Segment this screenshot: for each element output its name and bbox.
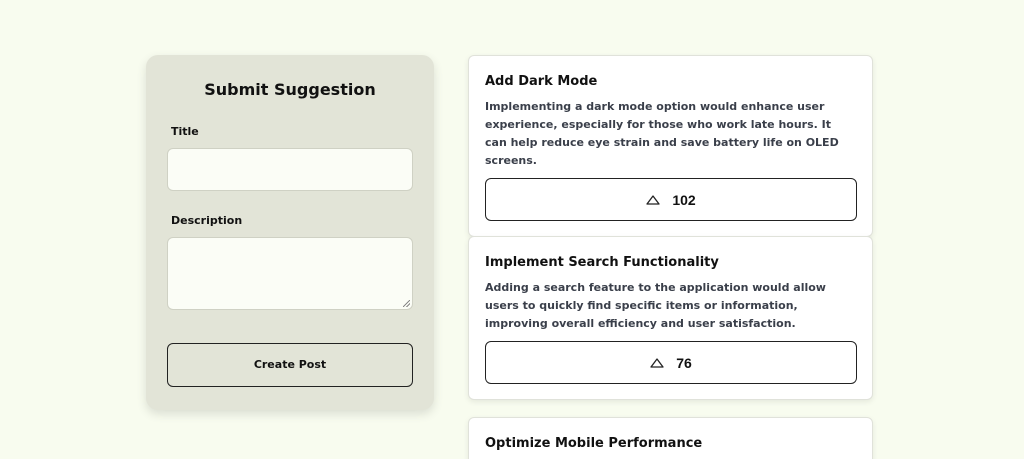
post-title: Add Dark Mode <box>485 74 598 89</box>
vote-count: 102 <box>672 191 696 208</box>
post-card: Optimize Mobile Performance <box>468 417 873 459</box>
form-title: Submit Suggestion <box>204 80 376 99</box>
title-label: Title <box>171 125 199 138</box>
create-post-button[interactable]: Create Post <box>167 343 413 387</box>
title-input[interactable] <box>167 148 413 191</box>
description-label: Description <box>171 214 243 227</box>
vote-count: 76 <box>676 354 692 371</box>
resize-grip-icon[interactable] <box>403 300 410 307</box>
post-title: Implement Search Functionality <box>485 255 719 270</box>
post-card: Implement Search Functionality Adding a … <box>468 236 873 400</box>
post-description: Implementing a dark mode option would en… <box>485 100 839 167</box>
page: Submit Suggestion Title Description Crea… <box>0 0 1024 459</box>
suggestion-form: Submit Suggestion Title Description Crea… <box>146 55 434 410</box>
upvote-button[interactable]: 76 <box>485 341 857 384</box>
chevron-up-icon <box>650 357 664 368</box>
post-description: Adding a search feature to the applicati… <box>485 281 826 330</box>
chevron-up-icon <box>646 194 660 205</box>
post-card: Add Dark Mode Implementing a dark mode o… <box>468 55 873 237</box>
upvote-button[interactable]: 102 <box>485 178 857 221</box>
post-title: Optimize Mobile Performance <box>485 436 703 451</box>
description-textarea[interactable] <box>167 237 413 310</box>
